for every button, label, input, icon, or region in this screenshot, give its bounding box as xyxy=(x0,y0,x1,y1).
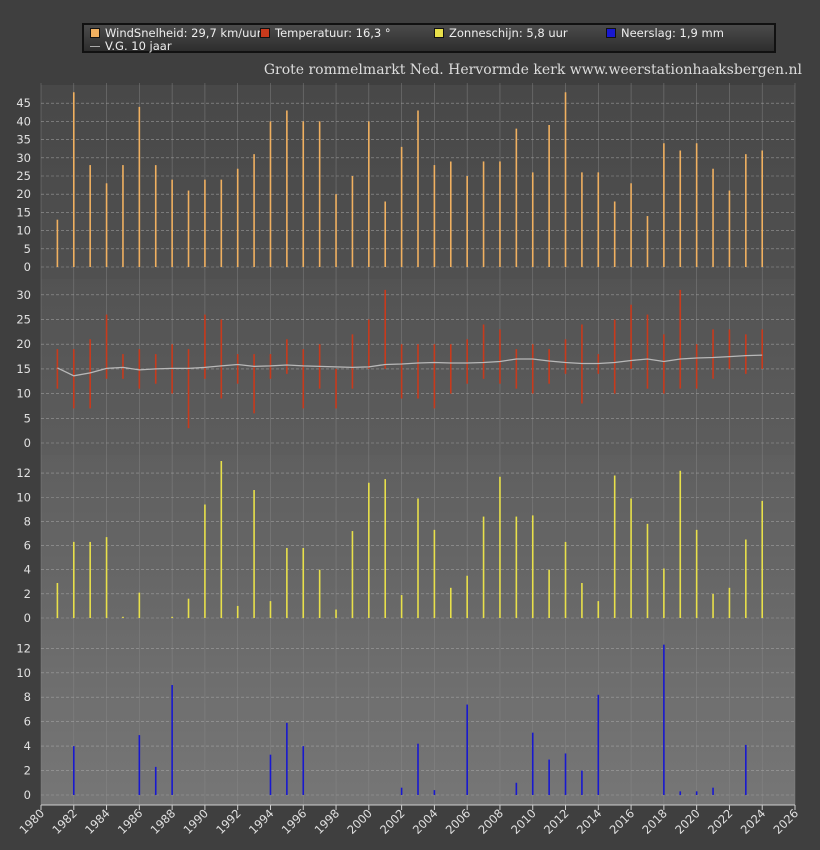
x-tick-label: 2026 xyxy=(771,806,802,837)
rain-swatch xyxy=(606,28,616,38)
weather-chart: 0 5 10 15 20 25 30 35 40 45 0 5 10 15 20 25 30 0 2 4 6 8 10 12 0… xyxy=(16,83,802,837)
y-tick-label: 20 xyxy=(16,337,31,351)
y-tick-label: 10 xyxy=(16,666,31,680)
y-tick-label: 2 xyxy=(24,764,31,778)
x-tick-label: 2018 xyxy=(639,806,670,837)
x-tick-label: 2008 xyxy=(475,806,506,837)
x-tick-label: 2022 xyxy=(705,806,736,837)
legend: WindSnelheid: 29,7 km/uur Temperatuur: 1… xyxy=(82,23,776,53)
x-tick-label: 2002 xyxy=(377,806,408,837)
y-tick-label: 2 xyxy=(24,587,31,601)
temp-swatch xyxy=(260,28,270,38)
chart-subtitle: Grote rommelmarkt Ned. Hervormde kerk ww… xyxy=(263,62,802,78)
x-tick-label: 1994 xyxy=(246,806,277,837)
y-tick-label: 45 xyxy=(16,96,31,110)
legend-item-temp: Temperatuur: 16,3 ° xyxy=(260,26,391,40)
x-tick-label: 2016 xyxy=(607,806,638,837)
x-tick-label: 1998 xyxy=(312,806,343,837)
legend-sun-label: Zonneschijn: 5,8 uur xyxy=(449,26,568,40)
y-tick-label: 0 xyxy=(24,788,31,802)
legend-temp-label: Temperatuur: 16,3 ° xyxy=(275,26,391,40)
y-tick-label: 4 xyxy=(24,739,31,753)
y-tick-label: 35 xyxy=(16,133,31,147)
legend-item-rain: Neerslag: 1,9 mm xyxy=(606,26,724,40)
x-tick-label: 1986 xyxy=(115,806,146,837)
x-tick-label: 2014 xyxy=(574,806,605,837)
legend-wind-label: WindSnelheid: 29,7 km/uur xyxy=(105,26,262,40)
x-tick-label: 2000 xyxy=(344,806,375,837)
y-tick-label: 15 xyxy=(16,205,31,219)
x-tick-label: 2024 xyxy=(738,806,769,837)
y-tick-label: 0 xyxy=(24,611,31,625)
y-tick-label: 6 xyxy=(24,715,31,729)
x-tick-label: 1982 xyxy=(49,806,80,837)
avg-line-swatch xyxy=(90,46,100,47)
y-tick-label: 12 xyxy=(16,641,31,655)
y-tick-label: 4 xyxy=(24,563,31,577)
y-tick-label: 10 xyxy=(16,224,31,238)
legend-item-wind: WindSnelheid: 29,7 km/uur xyxy=(90,26,261,40)
sun-swatch xyxy=(434,28,444,38)
x-tick-label: 1988 xyxy=(148,806,179,837)
y-tick-label: 10 xyxy=(16,490,31,504)
x-axis: 1980 1982 1984 1986 1988 1990 1992 1994 1996 1998… xyxy=(17,804,802,837)
x-tick-label: 2006 xyxy=(443,806,474,837)
y-tick-label: 30 xyxy=(16,288,31,302)
y-tick-label: 30 xyxy=(16,151,31,165)
legend-item-sun: Zonneschijn: 5,8 uur xyxy=(434,26,568,40)
x-tick-label: 2004 xyxy=(410,806,441,837)
x-tick-label: 1990 xyxy=(180,806,211,837)
y-tick-label: 6 xyxy=(24,539,31,553)
legend-avg-label: V.G. 10 jaar xyxy=(105,39,172,53)
y-tick-label: 0 xyxy=(24,436,31,450)
y-tick-label: 25 xyxy=(16,169,31,183)
x-tick-label: 2010 xyxy=(508,806,539,837)
legend-item-avg: V.G. 10 jaar xyxy=(90,39,172,53)
y-tick-label: 40 xyxy=(16,114,31,128)
y-tick-label: 10 xyxy=(16,387,31,401)
x-tick-label: 2020 xyxy=(672,806,703,837)
x-tick-label: 1984 xyxy=(82,806,113,837)
y-tick-label: 8 xyxy=(24,690,31,704)
y-tick-label: 5 xyxy=(24,242,31,256)
y-tick-label: 15 xyxy=(16,362,31,376)
x-tick-label: 1992 xyxy=(213,806,244,837)
y-tick-label: 0 xyxy=(24,260,31,274)
wind-swatch xyxy=(90,28,100,38)
y-tick-label: 12 xyxy=(16,466,31,480)
x-tick-label: 1996 xyxy=(279,806,310,837)
legend-rain-label: Neerslag: 1,9 mm xyxy=(621,26,724,40)
y-tick-label: 8 xyxy=(24,514,31,528)
x-tick-label: 1980 xyxy=(17,806,48,837)
y-tick-label: 5 xyxy=(24,411,31,425)
y-tick-label: 20 xyxy=(16,187,31,201)
y-tick-label: 25 xyxy=(16,313,31,327)
x-tick-label: 2012 xyxy=(541,806,572,837)
